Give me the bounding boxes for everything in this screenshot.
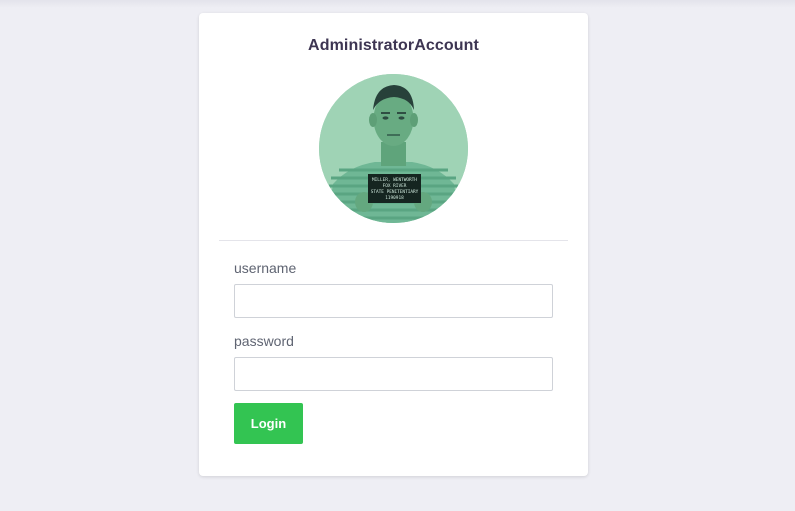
- login-card: AdministratorAccount MILLER, WENTWORTH F…: [199, 13, 588, 476]
- page-title: AdministratorAccount: [308, 37, 479, 54]
- username-label: username: [234, 260, 297, 276]
- divider: [219, 240, 568, 241]
- username-field[interactable]: [234, 284, 553, 318]
- profile-photo-icon: MILLER, WENTWORTH FOX RIVER STATE PENITE…: [319, 74, 468, 223]
- placard-line-4: 1190918: [385, 195, 404, 201]
- top-bar: [0, 0, 795, 8]
- password-label: password: [234, 333, 294, 349]
- login-button[interactable]: Login: [234, 403, 303, 444]
- placard-line-1: MILLER, WENTWORTH: [372, 177, 417, 183]
- placard-line-3: STATE PENITENTIARY: [371, 189, 419, 195]
- password-field[interactable]: [234, 357, 553, 391]
- avatar: MILLER, WENTWORTH FOX RIVER STATE PENITE…: [319, 74, 468, 223]
- placard-line-2: FOX RIVER: [383, 183, 407, 189]
